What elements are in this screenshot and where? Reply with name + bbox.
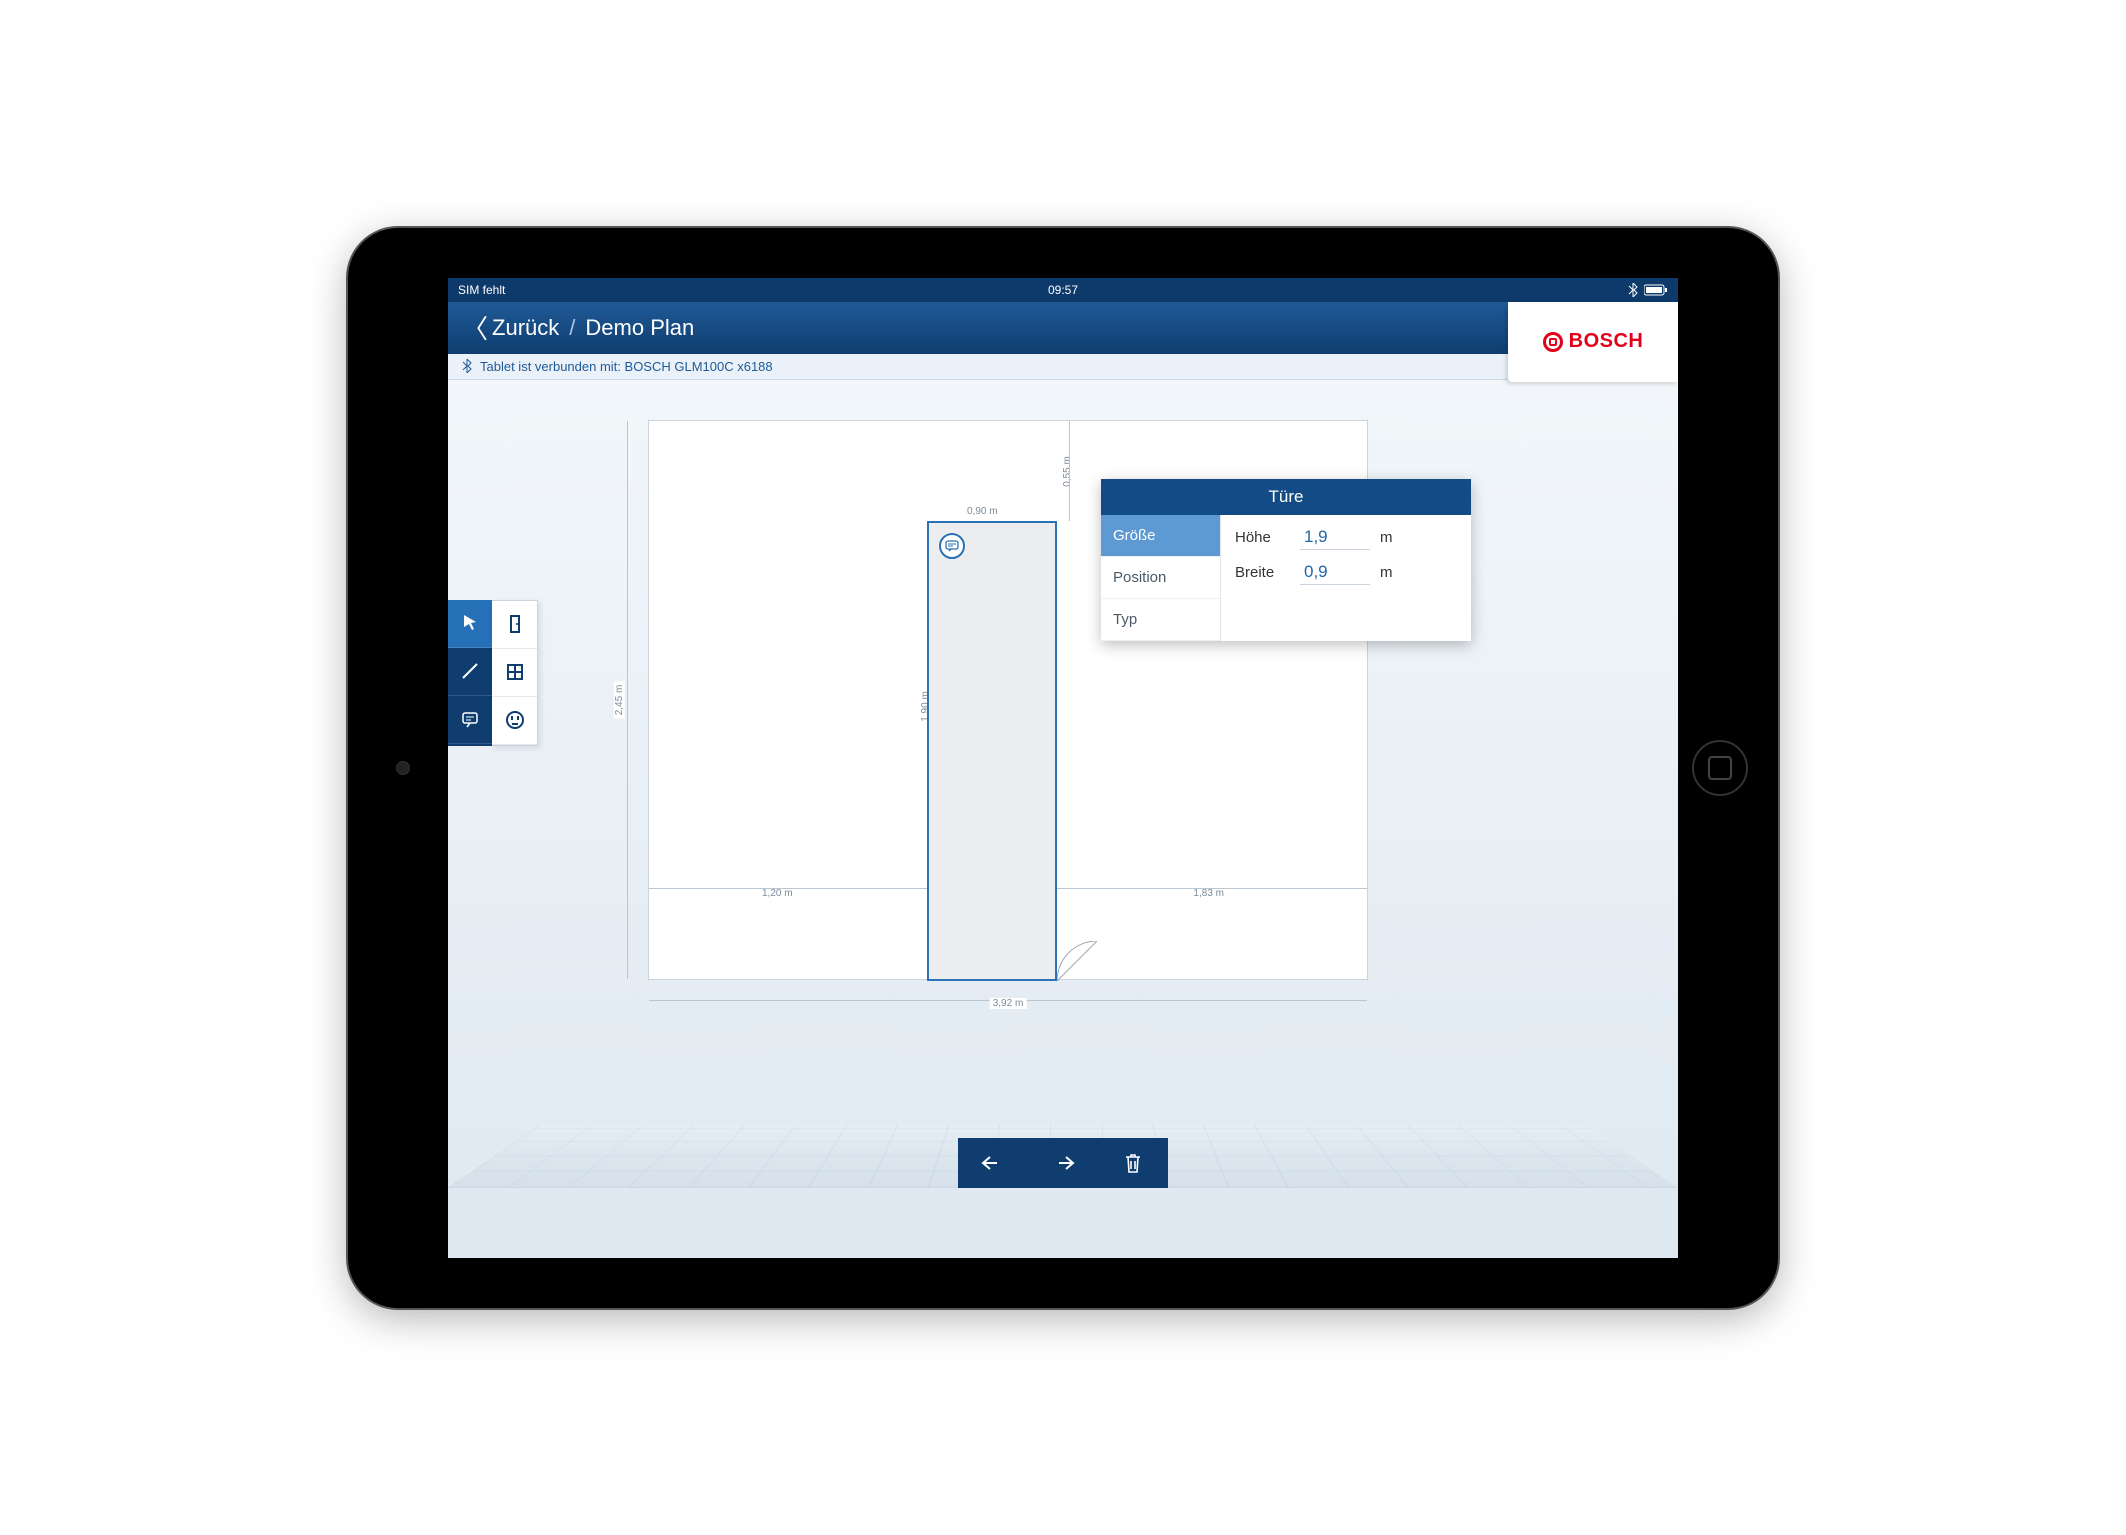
dim-total-width: 3,92 m [990, 998, 1027, 1009]
properties-popup: Türe Größe Position Typ Höhe 1,9 m [1101, 479, 1471, 641]
tool-draw-line[interactable] [448, 648, 492, 696]
connection-banner: Tablet ist verbunden mit: BOSCH GLM100C … [448, 354, 1678, 380]
dim-left-seg: 1,20 m [759, 888, 796, 899]
home-button[interactable] [1692, 740, 1748, 796]
tablet-frame: SIM fehlt 09:57 〈 Zurück / Demo Plan / [348, 228, 1778, 1308]
left-toolbar [448, 600, 538, 746]
battery-icon [1644, 284, 1668, 296]
popup-title: Türe [1101, 479, 1471, 515]
delete-button[interactable] [1113, 1143, 1153, 1183]
back-button[interactable]: Zurück [492, 315, 559, 341]
object-note-icon[interactable] [939, 533, 965, 559]
field-width-unit: m [1380, 564, 1393, 581]
tool-door[interactable] [492, 601, 537, 649]
tool-note[interactable] [448, 696, 492, 744]
popup-tab-position[interactable]: Position [1101, 557, 1220, 599]
bottom-toolbar [958, 1138, 1168, 1188]
app-header: 〈 Zurück / Demo Plan / / BOSCH [448, 302, 1678, 354]
dim-wall-height: 2,45 m [614, 681, 625, 718]
canvas-area[interactable]: 3,92 m 2,45 m 1,20 m 0,90 m 1,83 m 1,90 … [448, 380, 1678, 1188]
status-bar: SIM fehlt 09:57 [448, 278, 1678, 302]
page-title: Demo Plan [585, 315, 694, 341]
status-sim: SIM fehlt [458, 283, 505, 297]
app-screen: SIM fehlt 09:57 〈 Zurück / Demo Plan / [448, 278, 1678, 1258]
bluetooth-icon [1628, 283, 1638, 297]
field-width-label: Breite [1235, 564, 1290, 581]
breadcrumb-separator: / [569, 315, 575, 341]
undo-button[interactable] [973, 1143, 1013, 1183]
dim-right-seg: 1,83 m [1190, 888, 1227, 899]
popup-tab-type[interactable]: Typ [1101, 599, 1220, 641]
field-height-label: Höhe [1235, 529, 1290, 546]
tool-select[interactable] [448, 600, 492, 648]
popup-tab-size[interactable]: Größe [1101, 515, 1220, 557]
dim-top-gap: 0,55 m [1062, 453, 1073, 490]
connection-text: Tablet ist verbunden mit: BOSCH GLM100C … [480, 359, 773, 374]
redo-button[interactable] [1043, 1143, 1083, 1183]
bluetooth-icon [462, 359, 472, 373]
field-height-unit: m [1380, 529, 1393, 546]
back-chevron-icon[interactable]: 〈 [462, 309, 488, 346]
dim-door-width: 0,90 m [964, 506, 1001, 517]
floorplan-canvas[interactable]: 3,92 m 2,45 m 1,20 m 0,90 m 1,83 m 1,90 … [648, 420, 1368, 980]
door-swing-icon [1057, 941, 1117, 981]
brand-logo: BOSCH [1508, 302, 1678, 382]
status-time: 09:57 [1048, 283, 1078, 297]
door-object[interactable] [927, 521, 1057, 981]
field-height-input[interactable]: 1,9 [1300, 525, 1370, 550]
tool-window[interactable] [492, 649, 537, 697]
tablet-camera [396, 761, 410, 775]
field-width-input[interactable]: 0,9 [1300, 560, 1370, 585]
tool-outlet[interactable] [492, 697, 537, 745]
